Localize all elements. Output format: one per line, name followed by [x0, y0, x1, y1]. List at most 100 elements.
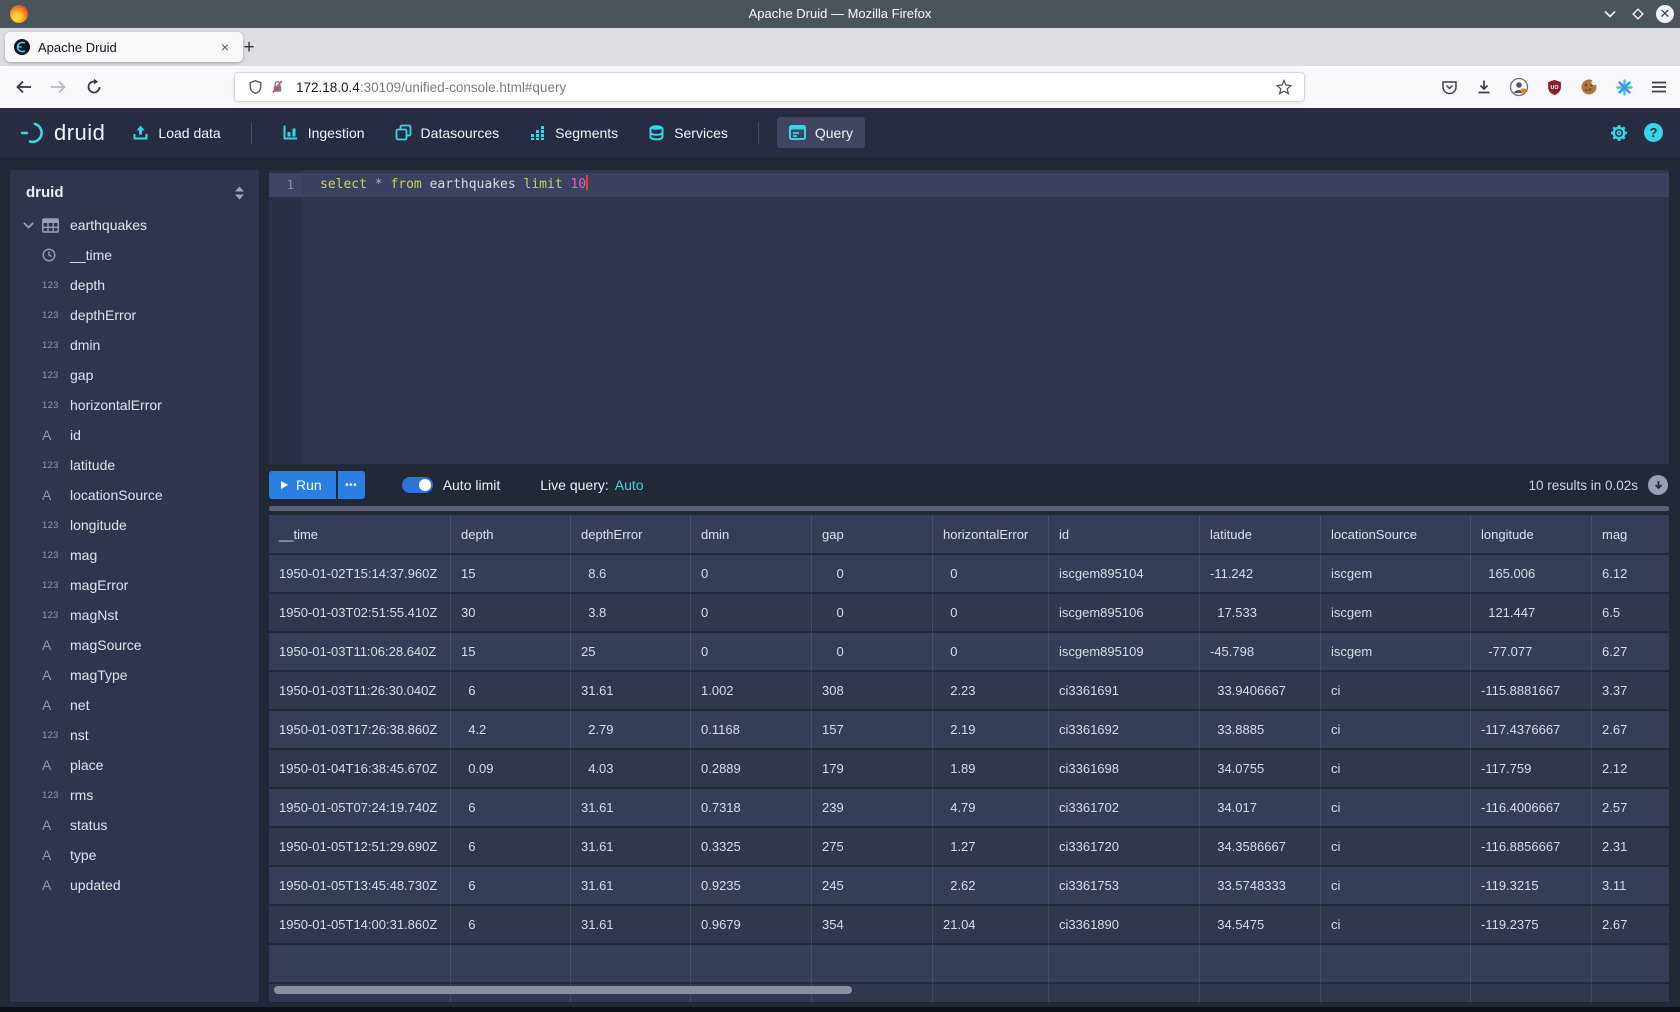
nav-item-ingestion[interactable]: Ingestion — [270, 117, 377, 148]
sidebar-column-magSource[interactable]: AmagSource — [10, 630, 259, 660]
cell-__time[interactable]: 1950-01-04T16:38:45.670Z — [269, 750, 451, 789]
settings-gear-icon[interactable] — [1609, 123, 1629, 143]
cell-longitude[interactable]: -119.3215 — [1471, 867, 1592, 906]
menu-hamburger-icon[interactable] — [1648, 76, 1670, 98]
sidebar-column-depth[interactable]: 123depth — [10, 270, 259, 300]
sidebar-column-magNst[interactable]: 123magNst — [10, 600, 259, 630]
cell-mag[interactable]: 6.27 — [1592, 633, 1669, 672]
cell-id[interactable]: ci3361698 — [1049, 750, 1200, 789]
cell-dmin[interactable]: 0.9235 — [691, 867, 812, 906]
cell-dmin[interactable] — [691, 945, 812, 984]
help-icon[interactable]: ? — [1644, 123, 1663, 142]
cell-__time[interactable]: 1950-01-05T14:00:31.860Z — [269, 906, 451, 945]
sidebar-column-gap[interactable]: 123gap — [10, 360, 259, 390]
cell-horizontalError[interactable]: 0 — [933, 555, 1049, 594]
cell-__time[interactable]: 1950-01-05T12:51:29.690Z — [269, 828, 451, 867]
cell-longitude[interactable] — [1471, 945, 1592, 984]
cell-id[interactable]: ci3361890 — [1049, 906, 1200, 945]
cell-depthError[interactable]: 4.03 — [571, 750, 691, 789]
column-header-locationSource[interactable]: locationSource — [1321, 515, 1471, 555]
cell-longitude[interactable] — [1471, 984, 1592, 1002]
cell-horizontalError[interactable]: 1.89 — [933, 750, 1049, 789]
sidebar-column-latitude[interactable]: 123latitude — [10, 450, 259, 480]
chevron-down-icon[interactable] — [23, 222, 38, 229]
sidebar-column-dmin[interactable]: 123dmin — [10, 330, 259, 360]
column-header-horizontalError[interactable]: horizontalError — [933, 515, 1049, 555]
panel-resize-divider[interactable] — [269, 506, 1669, 511]
cell-latitude[interactable]: 34.5475 — [1200, 906, 1321, 945]
window-minimize-button[interactable] — [1600, 4, 1620, 24]
cell-id[interactable] — [1049, 984, 1200, 1002]
cell-depth[interactable]: 15 — [451, 555, 571, 594]
cell-mag[interactable]: 2.57 — [1592, 789, 1669, 828]
extension-asterisk-icon[interactable] — [1613, 76, 1635, 98]
pocket-icon[interactable] — [1438, 76, 1460, 98]
column-header-id[interactable]: id — [1049, 515, 1200, 555]
cell-gap[interactable]: 0 — [812, 633, 933, 672]
cell-depthError[interactable]: 31.61 — [571, 906, 691, 945]
cell-gap[interactable]: 308 — [812, 672, 933, 711]
sidebar-column-place[interactable]: Aplace — [10, 750, 259, 780]
cell-depth[interactable]: 15 — [451, 633, 571, 672]
cell-horizontalError[interactable]: 21.04 — [933, 906, 1049, 945]
cell-longitude[interactable]: -117.4376667 — [1471, 711, 1592, 750]
cell-id[interactable]: iscgem895106 — [1049, 594, 1200, 633]
cell-depthError[interactable]: 3.8 — [571, 594, 691, 633]
sidebar-column-magError[interactable]: 123magError — [10, 570, 259, 600]
column-header-dmin[interactable]: dmin — [691, 515, 812, 555]
cell-depth[interactable] — [451, 945, 571, 984]
cell-depthError[interactable]: 31.61 — [571, 789, 691, 828]
cell-depth[interactable]: 6 — [451, 828, 571, 867]
run-more-button[interactable]: ••• — [338, 471, 365, 499]
sort-columns-icon[interactable] — [234, 186, 245, 200]
cell-depth[interactable]: 30 — [451, 594, 571, 633]
sidebar-column-horizontalError[interactable]: 123horizontalError — [10, 390, 259, 420]
cell-gap[interactable]: 157 — [812, 711, 933, 750]
sidebar-column-net[interactable]: Anet — [10, 690, 259, 720]
sidebar-column-__time[interactable]: __time — [10, 240, 259, 270]
cell-gap[interactable]: 179 — [812, 750, 933, 789]
cell-longitude[interactable]: 121.447 — [1471, 594, 1592, 633]
cell-latitude[interactable]: 33.8885 — [1200, 711, 1321, 750]
cell-id[interactable]: iscgem895109 — [1049, 633, 1200, 672]
cell-id[interactable] — [1049, 945, 1200, 984]
druid-logo[interactable]: druid — [18, 120, 105, 146]
url-bar[interactable]: 172.18.0.4:30109/unified-console.html#qu… — [234, 72, 1305, 102]
cell-depthError[interactable]: 8.6 — [571, 555, 691, 594]
cell-__time[interactable]: 1950-01-05T13:45:48.730Z — [269, 867, 451, 906]
forward-button[interactable] — [44, 73, 72, 101]
sql-editor[interactable]: 1 select * from earthquakes limit 10 — [269, 170, 1669, 464]
cell-mag[interactable] — [1592, 945, 1669, 984]
account-icon[interactable] — [1508, 76, 1530, 98]
cell-mag[interactable]: 3.37 — [1592, 672, 1669, 711]
cell-depthError[interactable] — [571, 945, 691, 984]
sidebar-column-longitude[interactable]: 123longitude — [10, 510, 259, 540]
cell-horizontalError[interactable] — [933, 945, 1049, 984]
column-header-mag[interactable]: mag — [1592, 515, 1669, 555]
reload-button[interactable] — [80, 73, 108, 101]
cell-gap[interactable]: 0 — [812, 594, 933, 633]
new-tab-button[interactable]: + — [236, 35, 262, 61]
sidebar-column-rms[interactable]: 123rms — [10, 780, 259, 810]
cell-latitude[interactable] — [1200, 984, 1321, 1002]
cell-latitude[interactable]: -45.798 — [1200, 633, 1321, 672]
cell-locationSource[interactable]: iscgem — [1321, 633, 1471, 672]
cell-latitude[interactable]: 34.017 — [1200, 789, 1321, 828]
cell-latitude[interactable]: 33.5748333 — [1200, 867, 1321, 906]
cell-__time[interactable]: 1950-01-02T15:14:37.960Z — [269, 555, 451, 594]
cell-__time[interactable]: 1950-01-05T07:24:19.740Z — [269, 789, 451, 828]
cell-latitude[interactable]: 33.9406667 — [1200, 672, 1321, 711]
cell-depth[interactable]: 6 — [451, 906, 571, 945]
cell-id[interactable]: ci3361692 — [1049, 711, 1200, 750]
sidebar-column-status[interactable]: Astatus — [10, 810, 259, 840]
cell-horizontalError[interactable]: 1.27 — [933, 828, 1049, 867]
cell-latitude[interactable]: 34.3586667 — [1200, 828, 1321, 867]
cell-dmin[interactable]: 0.3325 — [691, 828, 812, 867]
cell-dmin[interactable]: 0.2889 — [691, 750, 812, 789]
cell-__time[interactable] — [269, 945, 451, 984]
back-button[interactable] — [10, 73, 38, 101]
cell-locationSource[interactable]: ci — [1321, 906, 1471, 945]
live-query-value[interactable]: Auto — [615, 477, 644, 493]
cell-locationSource[interactable]: iscgem — [1321, 555, 1471, 594]
window-titlebar[interactable]: Apache Druid — Mozilla Firefox ✕ — [0, 0, 1680, 28]
